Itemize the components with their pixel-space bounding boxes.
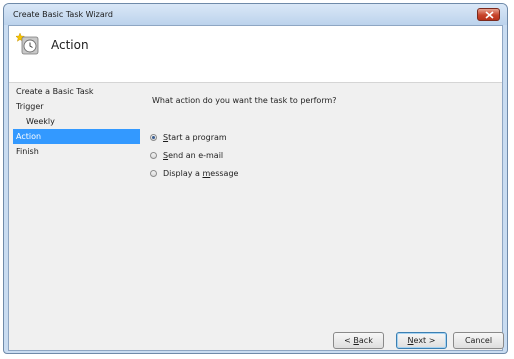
wizard-window: Create Basic Task Wizard Action Create a… — [3, 3, 508, 354]
action-question: What action do you want the task to perf… — [152, 96, 337, 105]
close-icon — [485, 11, 494, 19]
radio-button[interactable] — [150, 169, 157, 177]
radio-label-display-message: Display a message — [163, 168, 239, 178]
radio-send-email[interactable]: Send an e-mail — [150, 148, 223, 162]
wizard-steps-nav: Create a Basic Task Trigger Weekly Actio… — [13, 84, 140, 159]
wizard-client-area: Action Create a Basic Task Trigger Weekl… — [8, 25, 504, 351]
window-title: Create Basic Task Wizard — [13, 10, 113, 19]
wizard-header: Action — [9, 26, 502, 83]
nav-step-action[interactable]: Action — [13, 129, 140, 144]
page-title: Action — [51, 38, 89, 52]
title-bar[interactable]: Create Basic Task Wizard — [4, 4, 507, 25]
nav-step-trigger[interactable]: Trigger — [13, 99, 140, 114]
task-scheduler-clock-icon — [16, 32, 39, 55]
nav-step-finish[interactable]: Finish — [13, 144, 140, 159]
radio-label-send-email: Send an e-mail — [163, 150, 224, 160]
close-button[interactable] — [477, 8, 500, 21]
nav-step-weekly[interactable]: Weekly — [13, 114, 140, 129]
radio-button-selected[interactable] — [150, 133, 157, 141]
next-button[interactable]: Next > — [396, 332, 447, 349]
radio-button[interactable] — [150, 151, 157, 159]
cancel-button[interactable]: Cancel — [453, 332, 504, 349]
radio-display-message[interactable]: Display a message — [150, 166, 238, 180]
radio-start-program[interactable]: Start a program — [150, 130, 227, 144]
back-button[interactable]: < Back — [333, 332, 384, 349]
nav-step-create-basic-task[interactable]: Create a Basic Task — [13, 84, 140, 99]
radio-label-start-program: Start a program — [163, 132, 227, 142]
